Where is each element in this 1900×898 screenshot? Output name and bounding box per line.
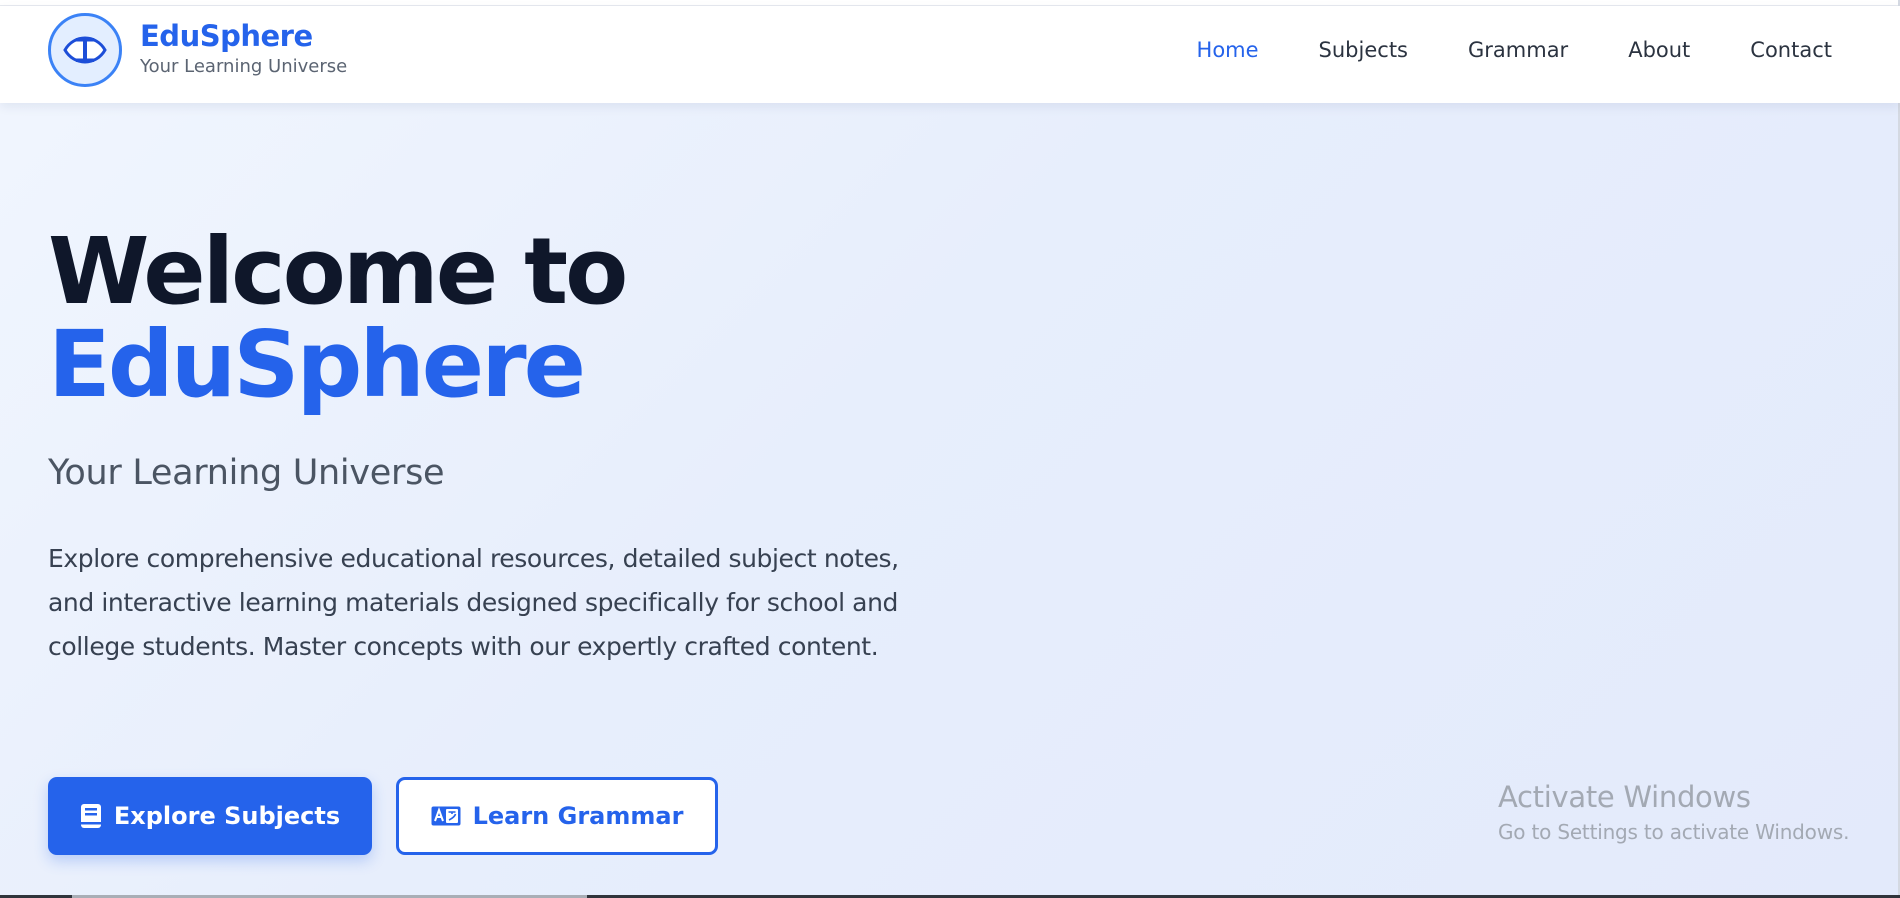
watermark-title: Activate Windows [1498,780,1751,814]
main-nav: Home Subjects Grammar About Contact [1197,6,1832,103]
watermark-subtitle: Go to Settings to activate Windows. [1498,820,1850,844]
learn-grammar-label: Learn Grammar [472,802,684,830]
hero-title: Welcome to EduSphere [48,225,948,411]
nav-item-about[interactable]: About [1628,38,1690,62]
explore-subjects-button[interactable]: Explore Subjects [48,777,372,855]
brand-name: EduSphere [140,18,313,53]
edusphere-logo-icon [48,12,122,87]
language-icon [431,806,461,826]
hero-title-line2: EduSphere [48,311,586,418]
nav-item-grammar[interactable]: Grammar [1468,38,1568,62]
explore-subjects-label: Explore Subjects [113,802,341,830]
learn-grammar-button[interactable]: Learn Grammar [396,777,718,855]
brand-text: EduSphere Your Learning Universe [140,18,348,78]
site-header: EduSphere Your Learning Universe Home Su… [0,6,1900,103]
hero-subtitle: Your Learning Universe [48,453,445,493]
hero-section: Welcome to EduSphere Your Learning Unive… [48,225,948,694]
book-icon [80,803,102,829]
nav-item-contact[interactable]: Contact [1750,38,1832,62]
hero-title-line1: Welcome to [48,218,628,325]
hero-actions: Explore Subjects Learn Grammar [48,777,718,855]
windows-activation-watermark: Activate Windows Go to Settings to activ… [1498,780,1849,844]
nav-item-subjects[interactable]: Subjects [1319,38,1408,62]
hero-description: Explore comprehensive educational resour… [48,544,899,661]
brand-tagline: Your Learning Universe [140,56,348,78]
nav-item-home[interactable]: Home [1197,38,1259,62]
brand-logo-link[interactable]: EduSphere Your Learning Universe [48,6,347,103]
